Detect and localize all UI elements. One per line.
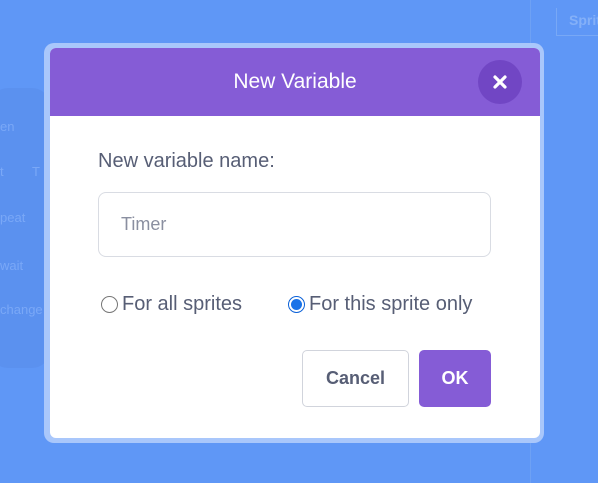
this-sprite-radio[interactable] (288, 295, 305, 313)
background-block-text: peat (0, 210, 26, 225)
all-sprites-radio[interactable] (101, 295, 118, 313)
radio-selected-dot (291, 298, 302, 310)
background-block-text: T (32, 164, 40, 179)
background-block-text: wait (0, 258, 24, 273)
scope-option-all-sprites[interactable]: For all sprites (101, 291, 242, 317)
scope-option-this-sprite[interactable]: For this sprite only (288, 291, 472, 317)
variable-name-input[interactable] (98, 192, 491, 257)
new-variable-dialog: New Variable New variable name: For all … (50, 48, 540, 438)
cancel-button[interactable]: Cancel (302, 350, 409, 407)
background-block-text: en (0, 119, 15, 134)
dialog-header: New Variable (50, 48, 540, 116)
background-block-text: change (0, 302, 43, 317)
dialog-title: New Variable (233, 70, 357, 93)
background-sprite-tab: Sprit (556, 8, 598, 36)
ok-button[interactable]: OK (419, 350, 491, 407)
close-button[interactable] (478, 60, 522, 104)
all-sprites-label[interactable]: For all sprites (122, 293, 242, 316)
this-sprite-label[interactable]: For this sprite only (309, 293, 472, 316)
background-block-text: t (0, 164, 4, 179)
variable-name-label: New variable name: (98, 150, 275, 172)
close-icon (493, 75, 507, 89)
